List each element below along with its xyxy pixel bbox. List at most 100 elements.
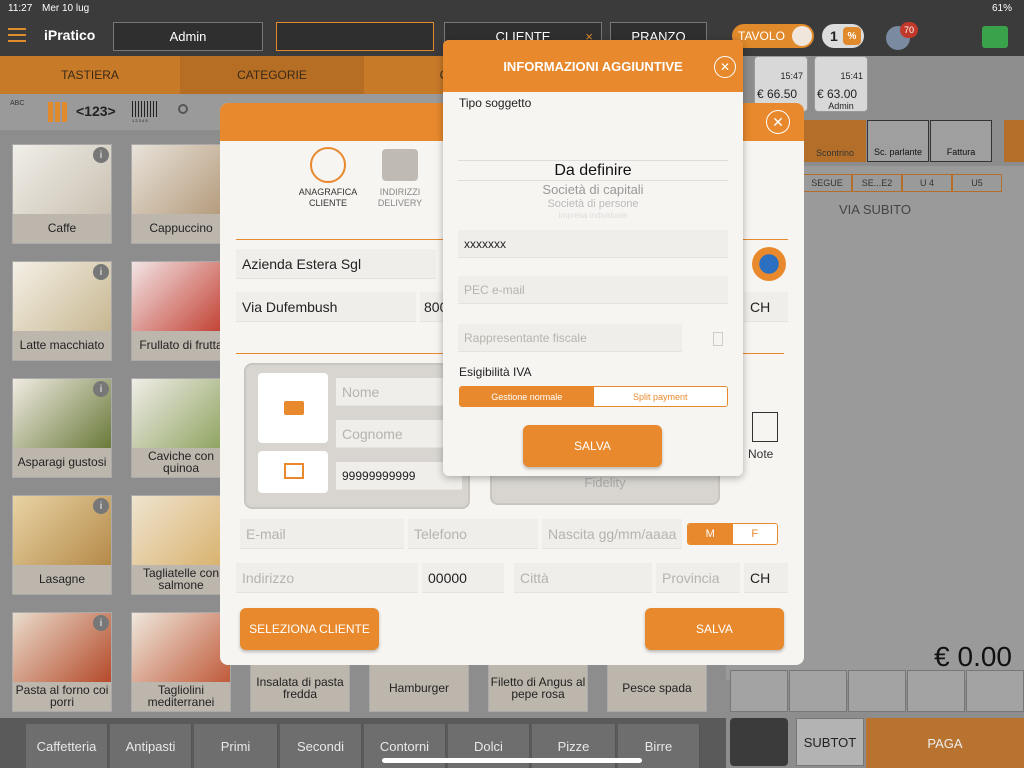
code-field[interactable]: xxxxxxx: [458, 230, 728, 258]
category-primi[interactable]: Primi: [194, 724, 278, 768]
action-icon-row: [726, 670, 1024, 714]
bag-refresh-icon[interactable]: [907, 670, 965, 712]
course-5[interactable]: U5: [952, 174, 1002, 192]
product-label: Frullato di frutta: [132, 330, 230, 360]
iva-toggle: Gestione normale Split payment: [459, 386, 728, 407]
info-icon[interactable]: i: [93, 615, 109, 631]
ticket-amount: € 66.50: [757, 87, 798, 101]
doc-sc-parlante[interactable]: Sc. parlante: [867, 120, 929, 162]
paga-button[interactable]: PAGA: [866, 718, 1024, 768]
menu-icon[interactable]: [8, 28, 26, 42]
product-tile[interactable]: Pasta al forno coi porri i: [12, 612, 112, 712]
pec-field[interactable]: PEC e-mail: [458, 276, 728, 304]
street-number-field[interactable]: 800: [420, 292, 447, 322]
salva-info-button[interactable]: SALVA: [523, 425, 662, 467]
camera-button[interactable]: [258, 373, 328, 443]
course-segue[interactable]: SEGUE: [802, 174, 852, 192]
abc-touch-icon[interactable]: ABC: [10, 100, 36, 124]
country-field[interactable]: CH: [744, 292, 788, 322]
note-icon[interactable]: [752, 412, 778, 442]
category-secondi[interactable]: Secondi: [280, 724, 362, 768]
qr-icon[interactable]: [966, 670, 1024, 712]
product-tile[interactable]: Lasagne i: [12, 495, 112, 595]
send-icon[interactable]: [789, 670, 847, 712]
grid-icon[interactable]: [48, 102, 68, 122]
product-tile[interactable]: Pesce spada: [607, 664, 707, 712]
gestione-normale-option[interactable]: Gestione normale: [460, 387, 594, 406]
product-tile[interactable]: Caviche con quinoa: [131, 378, 231, 478]
brand-logo: iPratico: [44, 27, 96, 43]
country2-field[interactable]: CH: [744, 563, 788, 593]
percent-button[interactable]: %: [843, 27, 861, 45]
cap-field[interactable]: 00000: [422, 563, 504, 593]
email-field[interactable]: E-mail: [240, 519, 404, 549]
tab-indirizzi[interactable]: INDIRIZZI DELIVERY: [374, 187, 426, 209]
doc-fattura[interactable]: Fattura: [930, 120, 992, 162]
printer-icon[interactable]: [982, 26, 1008, 48]
trash-icon[interactable]: [713, 332, 723, 346]
barcode-icon[interactable]: [132, 101, 158, 117]
product-tile[interactable]: Filetto di Angus al pepe rosa: [488, 664, 588, 712]
picker-option[interactable]: Società di persone: [443, 198, 743, 210]
product-tile[interactable]: Cappuccino: [131, 144, 231, 244]
product-tile[interactable]: Hamburger: [369, 664, 469, 712]
tavolo-label: TAVOLO: [738, 29, 785, 43]
product-tile[interactable]: Caffe i: [12, 144, 112, 244]
salva-button[interactable]: SALVA: [645, 608, 784, 650]
indirizzo-field[interactable]: Indirizzo: [236, 563, 418, 593]
citta-field[interactable]: Città: [514, 563, 652, 593]
gender-f[interactable]: F: [732, 524, 777, 544]
nascita-field[interactable]: Nascita gg/mm/aaaa: [542, 519, 682, 549]
street-field[interactable]: Via Dufembush: [236, 292, 416, 322]
search-box[interactable]: [276, 22, 434, 51]
close-icon[interactable]: ✕: [766, 110, 790, 134]
product-label: Asparagi gustosi: [13, 447, 111, 477]
info-icon[interactable]: i: [93, 147, 109, 163]
product-tile[interactable]: Frullato di frutta: [131, 261, 231, 361]
rappresentante-field[interactable]: Rappresentante fiscale: [458, 324, 682, 352]
gender-m[interactable]: M: [688, 524, 733, 544]
close-icon[interactable]: ✕: [714, 56, 736, 78]
product-tile[interactable]: Asparagi gustosi i: [12, 378, 112, 478]
product-tile[interactable]: Tagliatelle con salmone: [131, 495, 231, 595]
product-tile[interactable]: Latte macchiato i: [12, 261, 112, 361]
collapse-arrow-icon[interactable]: [1004, 120, 1024, 162]
course-4[interactable]: U 4: [902, 174, 952, 192]
course-2[interactable]: SE...E2: [852, 174, 902, 192]
info-icon[interactable]: i: [93, 381, 109, 397]
seleziona-cliente-button[interactable]: SELEZIONA CLIENTE: [240, 608, 379, 650]
tavolo-toggle[interactable]: TAVOLO: [732, 24, 814, 48]
doc-scontrino[interactable]: Scontrino: [804, 120, 866, 162]
operator-button[interactable]: Admin: [113, 22, 263, 51]
numeric-button[interactable]: <123>: [76, 103, 116, 119]
open-ticket-card[interactable]: 15:41 € 63.00 Admin: [814, 56, 868, 112]
picker-option-selected[interactable]: Da definire: [443, 162, 743, 180]
info-icon[interactable]: i: [93, 264, 109, 280]
product-tile[interactable]: Tagliolini mediterranei: [131, 612, 231, 712]
tab-categorie[interactable]: CATEGORIE: [180, 56, 364, 94]
drawer-icon[interactable]: [848, 670, 906, 712]
gallery-button[interactable]: [258, 451, 328, 493]
provincia-field[interactable]: Provincia: [656, 563, 740, 593]
category-antipasti[interactable]: Antipasti: [110, 724, 192, 768]
company-field[interactable]: Azienda Estera Sgl: [236, 249, 436, 279]
toggle-knob: [792, 26, 812, 46]
category-caffetteria[interactable]: Caffetteria: [26, 724, 108, 768]
picker-option[interactable]: Impresa individuale: [443, 211, 743, 220]
tab-tastiera[interactable]: TASTIERA: [0, 56, 180, 94]
globe-user-icon[interactable]: [752, 247, 786, 281]
search-icon[interactable]: [178, 104, 188, 114]
product-label: Filetto di Angus al pepe rosa: [489, 665, 587, 711]
split-payment-option[interactable]: Split payment: [593, 387, 727, 406]
info-icon[interactable]: i: [93, 498, 109, 514]
product-image: [132, 262, 230, 331]
wallet-icon[interactable]: [730, 718, 788, 766]
telefono-field[interactable]: Telefono: [408, 519, 538, 549]
picker-option[interactable]: Società di capitali: [443, 182, 743, 197]
product-tile[interactable]: Insalata di pasta fredda: [250, 664, 350, 712]
tab-anagrafica[interactable]: ANAGRAFICA CLIENTE: [292, 187, 364, 209]
esigibilita-label: Esigibilità IVA: [459, 365, 532, 379]
trash-icon[interactable]: [730, 670, 788, 712]
subtot-button[interactable]: SUBTOT: [796, 718, 864, 766]
covers-control[interactable]: 1%: [822, 24, 864, 48]
